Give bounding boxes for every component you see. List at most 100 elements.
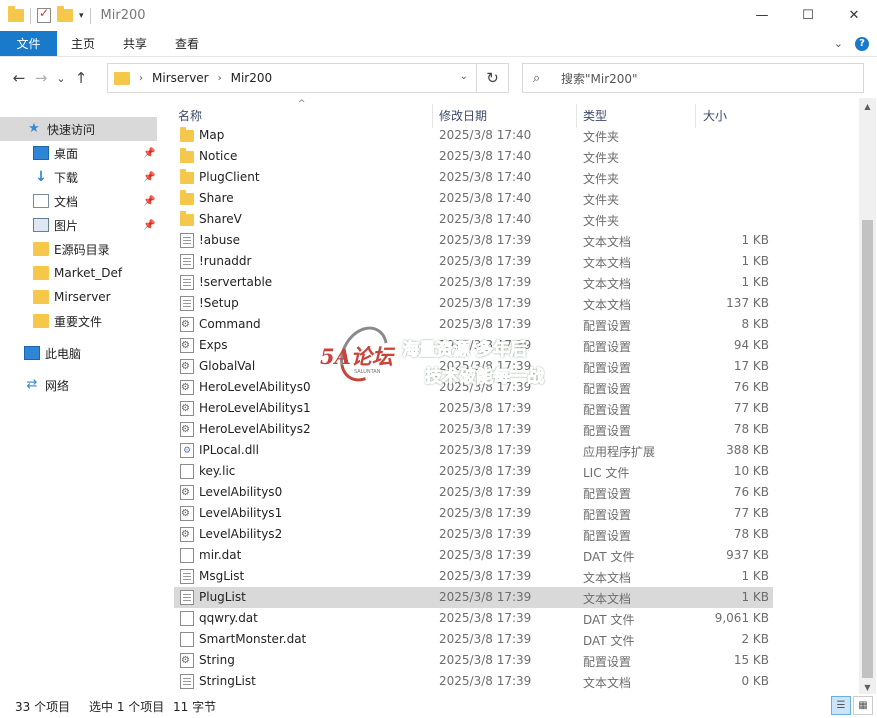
file-row[interactable]: !runaddr 2025/3/8 17:39 文本文档 1 KB [174, 251, 773, 272]
help-icon[interactable]: ? [855, 36, 869, 51]
refresh-button[interactable]: ↻ [477, 63, 509, 93]
file-name[interactable]: Map [199, 128, 224, 142]
file-name[interactable]: HeroLevelAbilitys0 [199, 380, 311, 394]
file-row[interactable]: String 2025/3/8 17:39 配置设置 15 KB [174, 650, 773, 671]
file-name[interactable]: Exps [199, 338, 228, 352]
file-row[interactable]: LevelAbilitys2 2025/3/8 17:39 配置设置 78 KB [174, 524, 773, 545]
status-selected-count: 选中 1 个项目 [89, 699, 165, 714]
scroll-down-icon[interactable]: ▼ [859, 683, 876, 692]
file-row[interactable]: Command 2025/3/8 17:39 配置设置 8 KB [174, 314, 773, 335]
tab-share[interactable]: 共享 [109, 31, 161, 56]
sidebar-item-documents[interactable]: 文档 📌 [0, 189, 157, 213]
file-name[interactable]: HeroLevelAbilitys1 [199, 401, 311, 415]
file-row[interactable]: HeroLevelAbilitys0 2025/3/8 17:39 配置设置 76 K… [174, 377, 773, 398]
file-row[interactable]: LevelAbilitys0 2025/3/8 17:39 配置设置 76 KB [174, 482, 773, 503]
file-name[interactable]: ShareV [199, 212, 242, 226]
large-icons-view-icon[interactable]: ▦ [853, 696, 873, 715]
sidebar-item-quick-access[interactable]: ★ 快速访问 [0, 117, 157, 141]
scroll-up-icon[interactable]: ▲ [859, 102, 876, 111]
tab-view[interactable]: 查看 [161, 31, 213, 56]
file-row[interactable]: SmartMonster.dat 2025/3/8 17:39 DAT 文件 2 KB [174, 629, 773, 650]
breadcrumb-separator[interactable]: › [139, 73, 143, 84]
file-row[interactable]: Map 2025/3/8 17:40 文件夹 [174, 125, 773, 146]
sidebar-item-pictures[interactable]: 图片 📌 [0, 213, 157, 237]
file-name[interactable]: MsgList [199, 569, 244, 583]
sidebar-item-e-source[interactable]: E源码目录 [0, 237, 157, 261]
file-name[interactable]: PlugClient [199, 170, 260, 184]
maximize-button[interactable]: ☐ [785, 0, 831, 31]
sidebar-item-desktop[interactable]: 桌面 📌 [0, 141, 157, 165]
new-folder-icon[interactable] [57, 6, 73, 22]
file-row[interactable]: HeroLevelAbilitys2 2025/3/8 17:39 配置设置 78 K… [174, 419, 773, 440]
file-name[interactable]: HeroLevelAbilitys2 [199, 422, 311, 436]
tab-home[interactable]: 主页 [57, 31, 109, 56]
file-name[interactable]: Notice [199, 149, 237, 163]
search-placeholder[interactable]: 搜索"Mir200" [561, 70, 638, 87]
file-name[interactable]: LevelAbilitys2 [199, 527, 282, 541]
file-row[interactable]: LevelAbilitys1 2025/3/8 17:39 配置设置 77 KB [174, 503, 773, 524]
file-row[interactable]: ShareV 2025/3/8 17:40 文件夹 [174, 209, 773, 230]
file-name[interactable]: StringList [199, 674, 256, 688]
file-name[interactable]: SmartMonster.dat [199, 632, 306, 646]
sidebar-item-downloads[interactable]: ↓ 下载 📌 [0, 165, 157, 189]
file-size: 15 KB [733, 653, 769, 667]
details-view-icon[interactable]: ☰ [831, 696, 851, 715]
file-name[interactable]: LevelAbilitys0 [199, 485, 282, 499]
file-name[interactable]: key.lic [199, 464, 235, 478]
file-name[interactable]: LevelAbilitys1 [199, 506, 282, 520]
file-name[interactable]: Share [199, 191, 234, 205]
sidebar-item-network[interactable]: ⇄ 网络 [0, 373, 157, 397]
expand-ribbon-chevron-icon[interactable]: ⌄ [834, 37, 843, 50]
file-row[interactable]: PlugList 2025/3/8 17:39 文本文档 1 KB [174, 587, 773, 608]
address-history-dropdown-icon[interactable]: ⌄ [460, 71, 468, 82]
tab-file[interactable]: 文件 [0, 31, 57, 56]
breadcrumb-separator[interactable]: › [218, 73, 222, 84]
file-row[interactable]: Share 2025/3/8 17:40 文件夹 [174, 188, 773, 209]
file-row[interactable]: !Setup 2025/3/8 17:39 文本文档 137 KB [174, 293, 773, 314]
up-button[interactable]: ↑ [70, 69, 92, 87]
breadcrumb-mir200[interactable]: Mir200 [231, 71, 273, 85]
file-row[interactable]: PlugClient 2025/3/8 17:40 文件夹 [174, 167, 773, 188]
sidebar-item-mirserver[interactable]: Mirserver [0, 285, 157, 309]
file-row[interactable]: Notice 2025/3/8 17:40 文件夹 [174, 146, 773, 167]
file-row[interactable]: key.lic 2025/3/8 17:39 LIC 文件 10 KB [174, 461, 773, 482]
sidebar-item-this-pc[interactable]: 此电脑 [0, 341, 157, 365]
properties-icon[interactable] [37, 6, 51, 23]
file-name[interactable]: qqwry.dat [199, 611, 258, 625]
breadcrumb-mirserver[interactable]: Mirserver [152, 71, 209, 85]
vertical-scrollbar[interactable]: ▲ ▼ [859, 98, 876, 694]
file-name[interactable]: GlobalVal [199, 359, 255, 373]
scrollbar-thumb[interactable] [862, 220, 873, 678]
close-button[interactable]: ✕ [831, 0, 877, 31]
sidebar-item-market-def[interactable]: Market_Def [0, 261, 157, 285]
address-bar[interactable]: › Mirserver › Mir200 ⌄ [107, 63, 477, 93]
file-name[interactable]: !Setup [199, 296, 239, 310]
search-box[interactable]: ⌕ 搜索"Mir200" [522, 63, 864, 93]
file-name[interactable]: IPLocal.dll [199, 443, 259, 457]
minimize-button[interactable]: — [739, 0, 785, 31]
file-name[interactable]: PlugList [199, 590, 246, 604]
customize-toolbar-dropdown-icon[interactable]: ▾ [79, 11, 84, 21]
file-row[interactable]: StringList 2025/3/8 17:39 文本文档 0 KB [174, 671, 773, 692]
back-button[interactable]: ← [8, 69, 30, 87]
folder-icon [33, 314, 49, 328]
file-name[interactable]: String [199, 653, 235, 667]
file-name[interactable]: Command [199, 317, 261, 331]
recent-locations-icon[interactable]: ⌄ [52, 72, 70, 85]
file-row[interactable]: Exps 2025/3/8 17:39 配置设置 94 KB [174, 335, 773, 356]
file-row[interactable]: MsgList 2025/3/8 17:39 文本文档 1 KB [174, 566, 773, 587]
file-name[interactable]: !abuse [199, 233, 240, 247]
toolbar-separator [89, 7, 91, 24]
file-row[interactable]: !servertable 2025/3/8 17:39 文本文档 1 KB [174, 272, 773, 293]
file-row[interactable]: GlobalVal 2025/3/8 17:39 配置设置 17 KB [174, 356, 773, 377]
file-row[interactable]: IPLocal.dll 2025/3/8 17:39 应用程序扩展 388 KB [174, 440, 773, 461]
file-row[interactable]: qqwry.dat 2025/3/8 17:39 DAT 文件 9,061 KB [174, 608, 773, 629]
sidebar-item-important-files[interactable]: 重要文件 [0, 309, 157, 333]
file-row[interactable]: HeroLevelAbilitys1 2025/3/8 17:39 配置设置 77 K… [174, 398, 773, 419]
file-row[interactable]: !abuse 2025/3/8 17:39 文本文档 1 KB [174, 230, 773, 251]
file-name[interactable]: mir.dat [199, 548, 241, 562]
file-row[interactable]: mir.dat 2025/3/8 17:39 DAT 文件 937 KB [174, 545, 773, 566]
file-name[interactable]: !runaddr [199, 254, 251, 268]
file-name[interactable]: !servertable [199, 275, 272, 289]
forward-button[interactable]: → [30, 69, 52, 87]
